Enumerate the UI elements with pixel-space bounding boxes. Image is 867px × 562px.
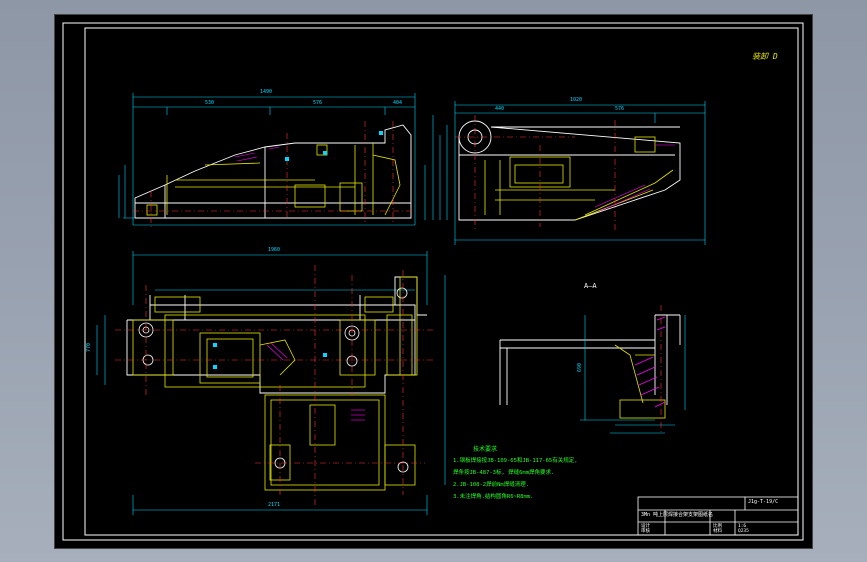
notes-line-4: 3.未注焊角.结构圆角R6~R8mm. xyxy=(453,494,534,500)
dim-front-sub-3: 404 xyxy=(393,100,403,106)
drawing-sheet: 装卸 D 1490 530 576 404 1020 440 576 1960 … xyxy=(55,15,812,548)
notes-line-2: 焊条按JB-487-3标, 焊缝6mm焊角要求. xyxy=(453,470,555,476)
section-a-a xyxy=(499,305,686,435)
front-view xyxy=(118,93,434,227)
dim-plan-top: 1960 xyxy=(268,247,281,253)
title-block-code: J1g-T-19/C xyxy=(748,499,779,505)
section-label: A—A xyxy=(584,282,597,290)
dim-front-top: 1490 xyxy=(260,89,273,95)
plan-view xyxy=(96,251,446,515)
title-block-r2c4: Q235 xyxy=(738,529,749,534)
drawing-canvas xyxy=(62,22,804,541)
notes-line-3: 2.JB-108-2焊前Nm焊缝清理. xyxy=(453,482,530,488)
title-block-r2c3: 材料 xyxy=(713,529,722,534)
inner-border xyxy=(84,27,799,536)
dim-front-sub-2: 576 xyxy=(313,100,323,106)
dim-plan-bottom: 2171 xyxy=(268,502,281,508)
dim-side-top: 1020 xyxy=(570,97,583,103)
title-block-name: 3Mn 吨上层焊接合架支架图纸名 xyxy=(641,512,714,518)
dim-side-sub-1: 440 xyxy=(495,106,505,112)
corner-mark: 装卸 D xyxy=(752,52,778,61)
dim-plan-left: 770 xyxy=(86,342,93,353)
title-block-r2c1: 审核 xyxy=(641,529,650,534)
dim-section-height: 690 xyxy=(577,362,584,373)
dim-front-sub-1: 530 xyxy=(205,100,215,106)
outer-border xyxy=(62,22,804,541)
dim-side-sub-2: 576 xyxy=(615,106,625,112)
notes-line-1: 1.钢板焊接按JB-109-65和JB-117-65有关规定, xyxy=(453,458,578,464)
notes-title: 技术要求 xyxy=(473,446,498,453)
side-view xyxy=(439,101,706,245)
cad-viewport[interactable]: 装卸 D 1490 530 576 404 1020 440 576 1960 … xyxy=(0,0,867,562)
